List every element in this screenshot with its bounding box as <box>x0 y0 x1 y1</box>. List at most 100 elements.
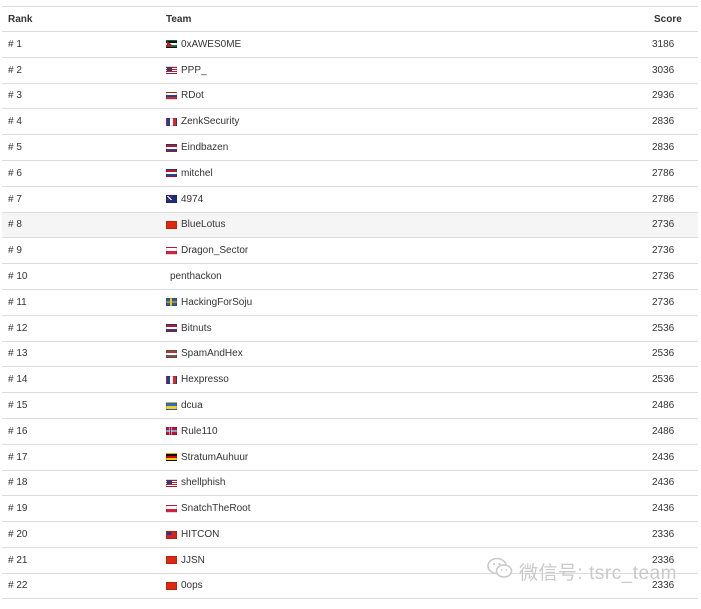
flag-de-icon <box>166 453 177 462</box>
team-cell[interactable]: Rule110 <box>166 419 218 444</box>
flag-ru-icon <box>166 91 177 100</box>
flag-hu-icon <box>166 349 177 358</box>
team-cell[interactable]: HITCON <box>166 522 219 547</box>
team-column-header[interactable]: Team <box>166 7 191 31</box>
score-cell: 3186 <box>652 38 675 50</box>
team-cell[interactable]: BlueLotus <box>166 213 225 238</box>
table-row: # 11 HackingForSoju 2736 <box>2 288 698 315</box>
flag-us-icon <box>166 478 177 487</box>
team-cell[interactable]: 0xAWES0ME <box>166 32 241 57</box>
rank-cell: # 4 <box>8 116 22 128</box>
flag-fr-icon <box>166 117 177 126</box>
team-cell[interactable]: penthackon <box>166 264 222 289</box>
flag-tw-icon <box>166 530 177 539</box>
table-row: # 4 ZenkSecurity 2836 <box>2 108 698 134</box>
table-row: # 5 Eindbazen 2836 <box>2 134 698 160</box>
team-name[interactable]: JJSN <box>181 555 205 566</box>
rank-column-header[interactable]: Rank <box>8 7 32 31</box>
score-column-header[interactable]: Score <box>654 7 682 31</box>
table-row: # 20 HITCON 2336 <box>2 521 698 547</box>
score-cell: 2536 <box>652 322 675 334</box>
team-name[interactable]: Rule110 <box>181 426 218 437</box>
rank-cell: # 11 <box>8 296 27 308</box>
team-cell[interactable]: Hexpresso <box>166 367 229 392</box>
team-name[interactable]: RDot <box>181 90 204 101</box>
table-row: # 13 SpamAndHex 2536 <box>2 340 698 367</box>
team-name[interactable]: ZenkSecurity <box>181 116 239 127</box>
score-cell: 2436 <box>652 503 675 515</box>
team-name[interactable]: 0xAWES0ME <box>181 39 241 50</box>
score-cell: 2936 <box>652 90 675 102</box>
score-cell: 2736 <box>652 245 675 257</box>
score-cell: 2336 <box>652 529 675 541</box>
team-name[interactable]: 4974 <box>181 194 203 205</box>
team-cell[interactable]: 4974 <box>166 187 203 212</box>
team-cell[interactable]: ZenkSecurity <box>166 109 239 134</box>
table-row: # 18 shellphish 2436 <box>2 469 698 496</box>
watermark: 微信号: tsrc_team <box>487 557 677 585</box>
score-cell: 2436 <box>652 451 675 463</box>
table-row: # 15 dcua 2486 <box>2 392 698 418</box>
team-cell[interactable]: SpamAndHex <box>166 342 243 367</box>
score-cell: 2836 <box>652 142 675 154</box>
flag-nl-icon <box>166 169 177 178</box>
team-name[interactable]: HITCON <box>181 529 219 540</box>
team-name[interactable]: penthackon <box>170 271 222 282</box>
team-cell[interactable]: shellphish <box>166 471 225 496</box>
team-cell[interactable]: Dragon_Sector <box>166 238 248 263</box>
flag-pl-icon <box>166 504 177 513</box>
score-cell: 2786 <box>652 167 675 179</box>
flag-us-icon <box>166 66 177 75</box>
team-name[interactable]: BlueLotus <box>181 219 225 230</box>
flag-cn-icon <box>166 220 177 229</box>
watermark-text: 微信号: tsrc_team <box>519 562 677 584</box>
team-name[interactable]: SpamAndHex <box>181 348 243 359</box>
team-cell[interactable]: 0ops <box>166 574 203 598</box>
team-name[interactable]: mitchel <box>181 168 213 179</box>
flag-cn-icon <box>166 581 177 590</box>
score-cell: 2436 <box>652 477 675 489</box>
team-name[interactable]: Eindbazen <box>181 142 228 153</box>
table-row: # 2 PPP_ 3036 <box>2 56 698 83</box>
flag-jo-icon <box>166 40 177 49</box>
team-name[interactable]: shellphish <box>181 477 225 488</box>
team-name[interactable]: Hexpresso <box>181 374 229 385</box>
table-header: Rank Team Score <box>2 6 698 31</box>
flag-pl-icon <box>166 246 177 255</box>
score-cell: 2736 <box>652 219 675 231</box>
rank-cell: # 20 <box>8 529 28 541</box>
table-row: # 7 4974 2786 <box>2 185 698 212</box>
flag-ua-icon <box>166 401 177 410</box>
table-row: # 1 0xAWES0ME 3186 <box>2 31 698 57</box>
team-cell[interactable]: Eindbazen <box>166 135 228 160</box>
score-cell: 2486 <box>652 400 675 412</box>
team-cell[interactable]: PPP_ <box>166 58 207 83</box>
team-name[interactable]: 0ops <box>181 580 203 591</box>
rank-cell: # 6 <box>8 167 22 179</box>
rank-cell: # 19 <box>8 503 28 515</box>
team-name[interactable]: HackingForSoju <box>181 297 252 308</box>
team-name[interactable]: StratumAuhuur <box>181 452 248 463</box>
team-cell[interactable]: dcua <box>166 393 203 418</box>
team-cell[interactable]: SnatchTheRoot <box>166 496 251 521</box>
team-name[interactable]: dcua <box>181 400 203 411</box>
team-cell[interactable]: Bitnuts <box>166 316 212 341</box>
team-cell[interactable]: StratumAuhuur <box>166 445 248 470</box>
flag-nl-icon <box>166 143 177 152</box>
team-name[interactable]: Bitnuts <box>181 323 212 334</box>
team-name[interactable]: PPP_ <box>181 65 207 76</box>
score-cell: 2486 <box>652 425 675 437</box>
rank-cell: # 10 <box>8 271 28 283</box>
score-cell: 2786 <box>652 193 675 205</box>
rank-cell: # 5 <box>8 142 22 154</box>
rank-cell: # 21 <box>8 554 28 566</box>
team-cell[interactable]: HackingForSoju <box>166 290 252 315</box>
score-cell: 3036 <box>652 64 675 76</box>
team-cell[interactable]: JJSN <box>166 548 205 573</box>
team-name[interactable]: SnatchTheRoot <box>181 503 251 514</box>
team-cell[interactable]: RDot <box>166 84 204 109</box>
rank-cell: # 22 <box>8 580 28 592</box>
team-cell[interactable]: mitchel <box>166 161 213 186</box>
rank-cell: # 17 <box>8 451 28 463</box>
team-name[interactable]: Dragon_Sector <box>181 245 248 256</box>
